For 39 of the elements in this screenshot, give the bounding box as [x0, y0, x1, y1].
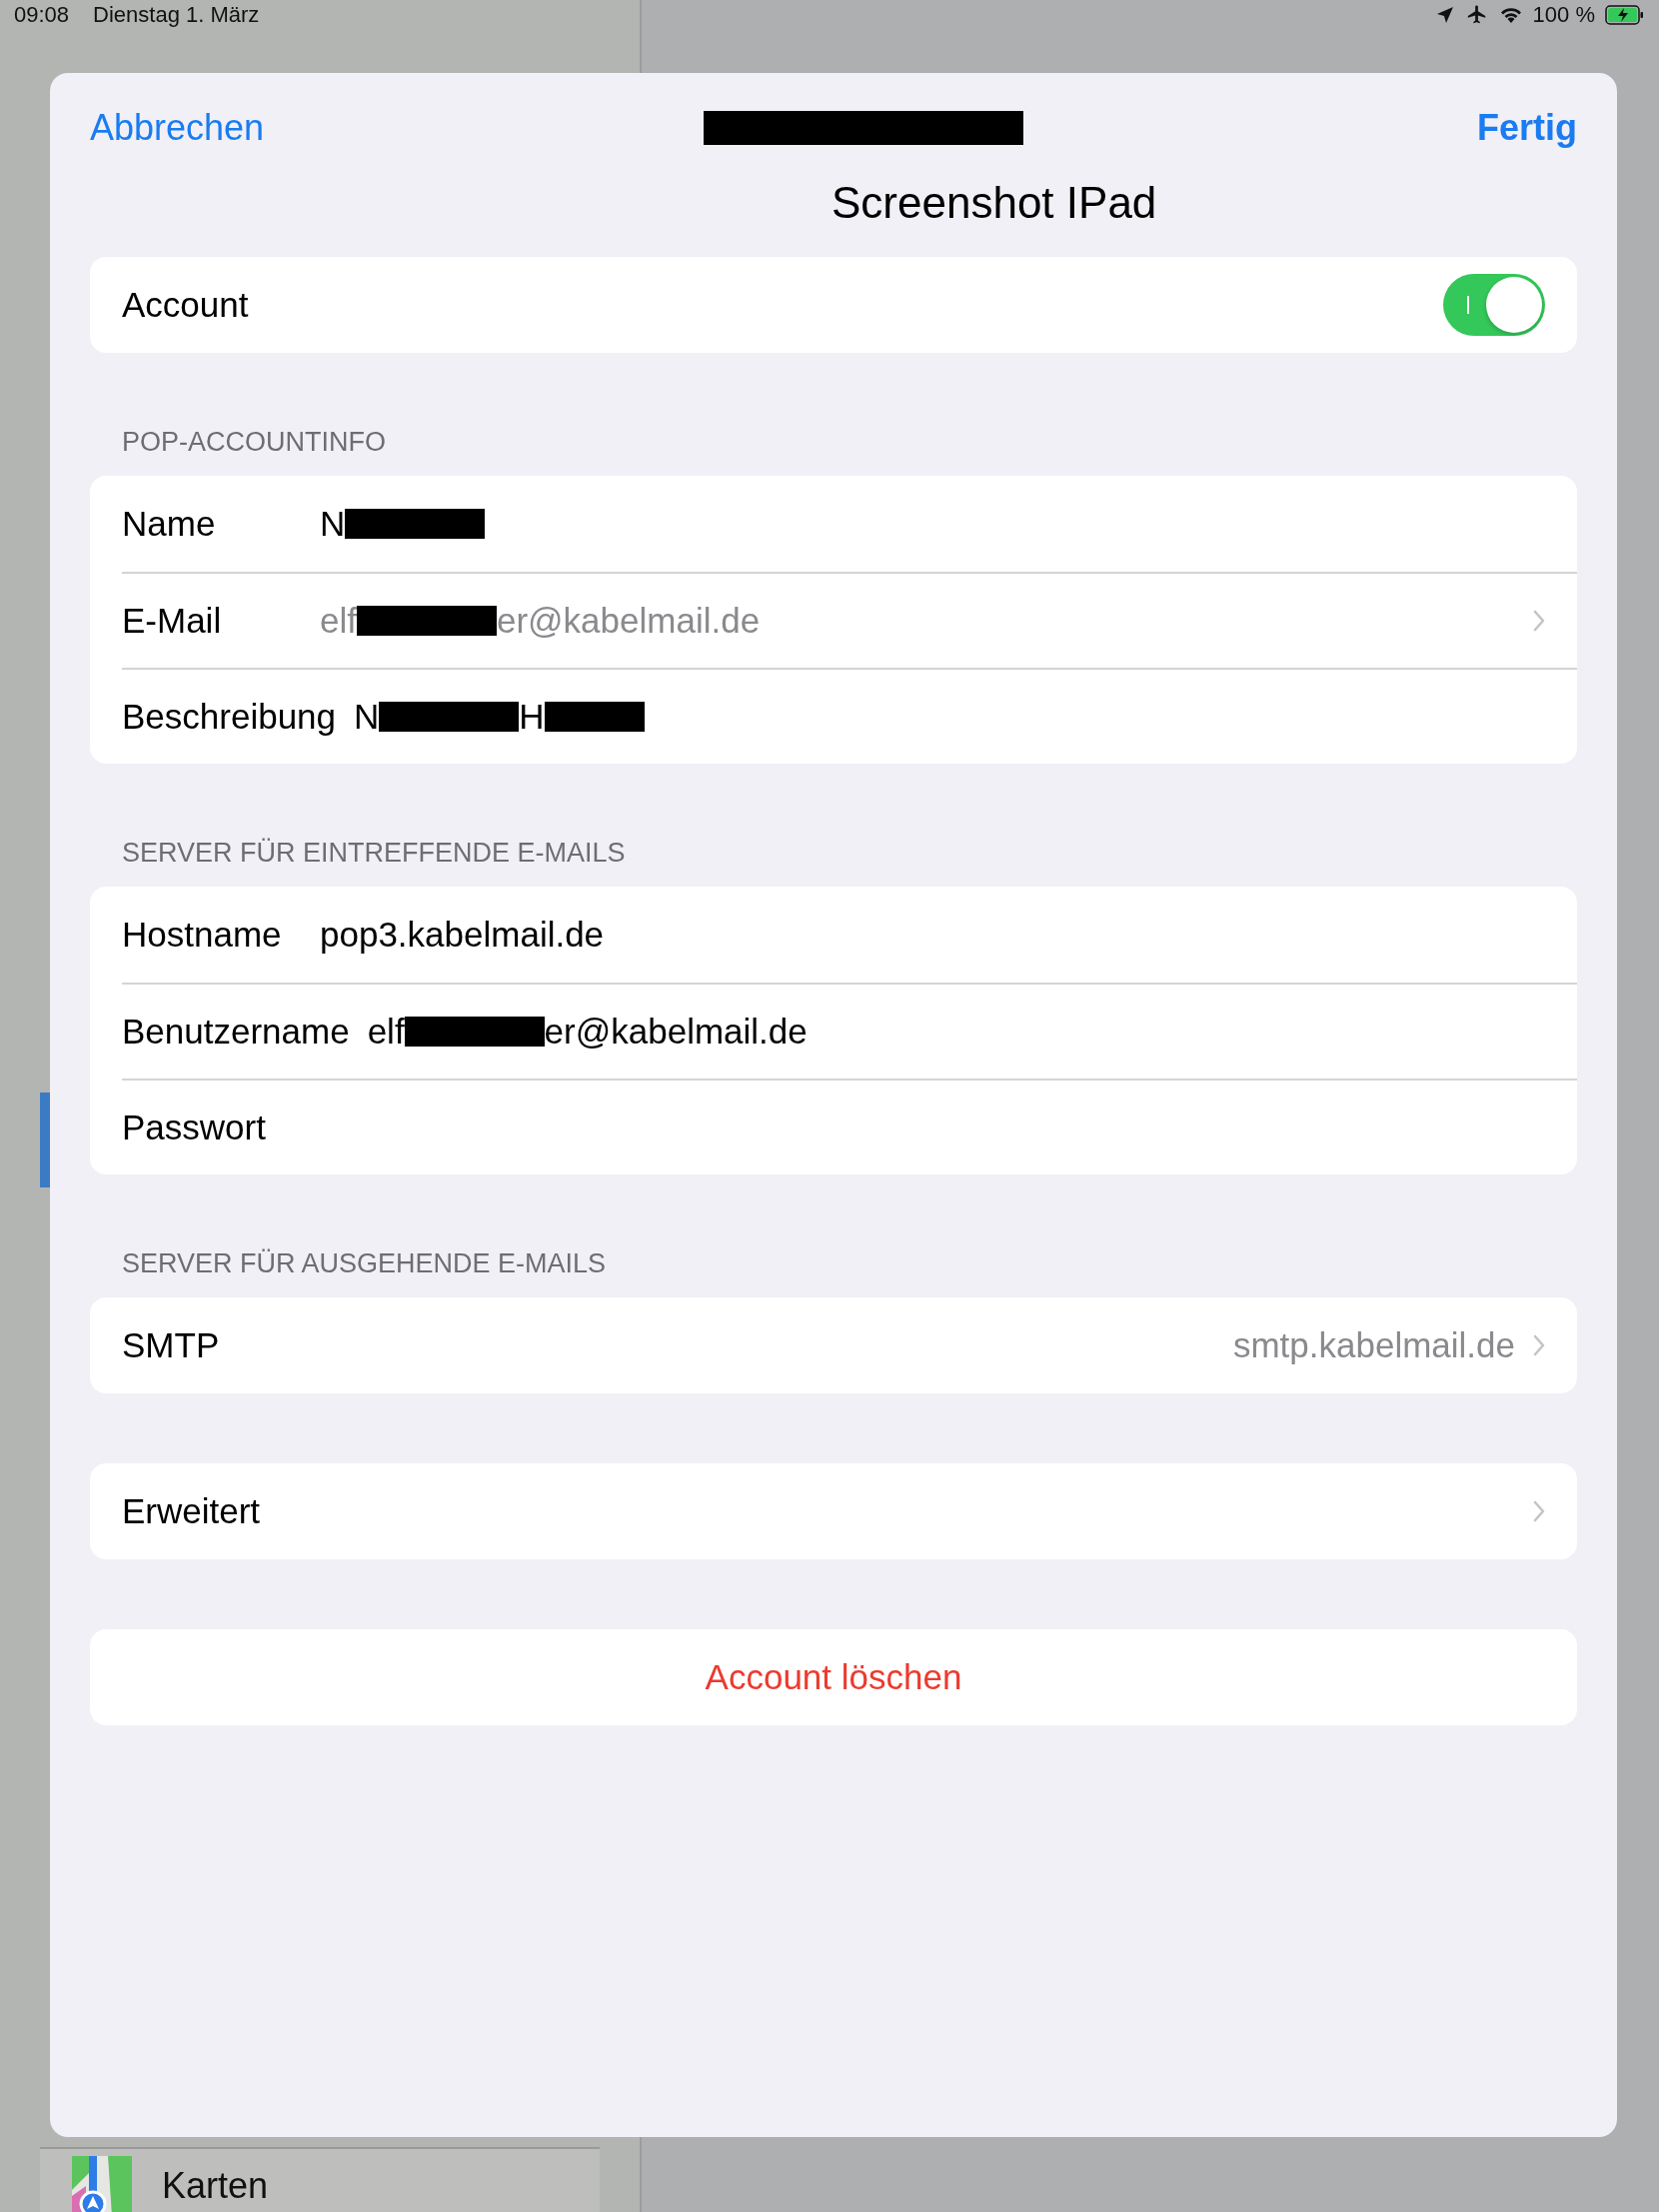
- battery-charging-icon: [1605, 5, 1645, 25]
- cancel-button[interactable]: Abbrechen: [90, 107, 265, 149]
- maps-app-icon[interactable]: [72, 2155, 132, 2212]
- status-time: 09:08: [14, 2, 70, 28]
- field-value[interactable]: pop3.kabelmail.de: [320, 915, 605, 955]
- done-button[interactable]: Fertig: [1477, 107, 1577, 149]
- sheet-title: Screenshot IPad: [831, 183, 1158, 229]
- field-value[interactable]: H: [519, 697, 545, 737]
- row-label: Account: [122, 285, 249, 325]
- sidebar-item[interactable]: Karten: [162, 2164, 269, 2207]
- row-label: E-Mail: [122, 601, 223, 641]
- field-value[interactable]: N: [354, 697, 380, 737]
- row-detail: smtp.kabelmail.de: [1232, 1325, 1515, 1365]
- row-label: Erweitert: [122, 1491, 261, 1531]
- field-value[interactable]: elf: [367, 1012, 405, 1052]
- settings-row[interactable]: Benutzername elf er@kabelmail.de: [122, 983, 1577, 1079]
- status-date: Dienstag 1. März: [93, 2, 260, 28]
- row-label: Name: [122, 504, 217, 544]
- chevron-icon: [1533, 1500, 1545, 1522]
- chevron-icon: [1533, 1334, 1545, 1356]
- delete-account-button[interactable]: Account löschen: [90, 1629, 1577, 1725]
- section-header: SERVER FÜR EINTREFFENDE E-MAILS: [121, 837, 627, 870]
- row-label: Benutzername: [122, 1012, 350, 1052]
- row-label: Beschreibung: [122, 697, 337, 737]
- section-header: SERVER FÜR AUSGEHENDE E-MAILS: [121, 1247, 608, 1280]
- row-label: Passwort: [122, 1107, 266, 1147]
- settings-row[interactable]: Beschreibung N H: [122, 668, 1577, 764]
- field-value[interactable]: N: [320, 504, 346, 544]
- section-header: POP-ACCOUNTINFO: [121, 426, 387, 459]
- row-label: Hostname: [122, 915, 283, 955]
- battery-percent: 100 %: [1532, 2, 1595, 28]
- settings-row[interactable]: Name N: [122, 476, 1577, 572]
- settings-row[interactable]: Hostname pop3.kabelmail.de: [122, 887, 1577, 983]
- chevron-icon: [1533, 610, 1545, 632]
- field-value[interactable]: er@kabelmail.de: [544, 1012, 808, 1052]
- account-toggle[interactable]: [1443, 274, 1545, 336]
- row-label: SMTP: [122, 1325, 220, 1365]
- settings-row[interactable]: Passwort: [122, 1079, 1577, 1174]
- wifi-icon: [1498, 6, 1523, 24]
